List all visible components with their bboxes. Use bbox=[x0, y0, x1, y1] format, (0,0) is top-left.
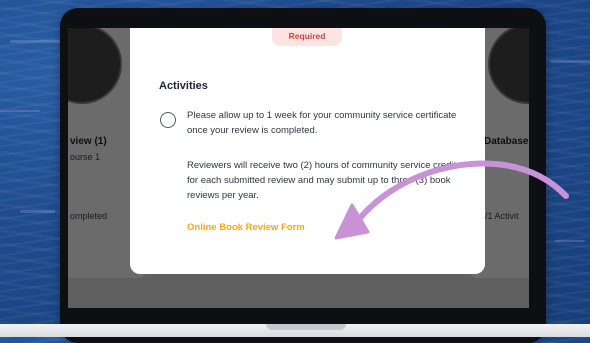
bg-streak bbox=[20, 210, 55, 213]
bg-streak bbox=[555, 240, 585, 242]
bg-streak bbox=[0, 110, 40, 112]
activity-checkbox[interactable] bbox=[160, 112, 176, 128]
bg-streak bbox=[10, 40, 65, 43]
bg-streak bbox=[550, 60, 590, 63]
online-book-review-form-link[interactable]: Online Book Review Form bbox=[187, 222, 305, 233]
activity-modal: Required Activities Please allow up to 1… bbox=[130, 28, 485, 274]
section-title: Activities bbox=[159, 80, 208, 92]
activity-description: Please allow up to 1 week for your commu… bbox=[187, 110, 457, 136]
activity-details: Reviewers will receive two (2) hours of … bbox=[187, 160, 457, 201]
laptop-notch bbox=[266, 324, 346, 330]
required-badge: Required bbox=[272, 28, 342, 46]
laptop-screen: view (1) ourse 1 ompleted Database 0/1 A… bbox=[68, 28, 529, 308]
